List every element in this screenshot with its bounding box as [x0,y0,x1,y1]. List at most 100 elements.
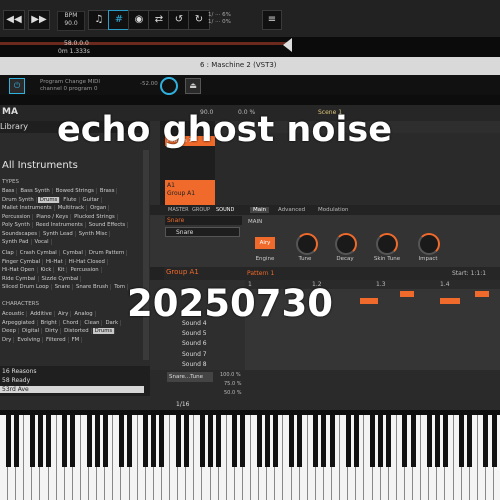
tag-chip[interactable]: Clap [0,250,17,256]
tag-chip[interactable]: Bowed Strings [54,188,97,194]
list-item[interactable]: 16 Reasons [2,368,37,375]
black-key[interactable] [491,415,497,467]
settings-button[interactable]: ≡ [262,10,282,30]
black-key[interactable] [442,415,448,467]
tag-chip[interactable]: Mallet Instruments [0,205,55,211]
tag-chip[interactable]: Ride Cymbal [0,275,39,282]
tab-sound[interactable]: SOUND [216,207,234,213]
engine-select[interactable]: Airy [255,237,275,249]
metronome-button[interactable]: ♫ [88,10,110,30]
tag-chip[interactable]: Distorted [62,328,92,334]
list-item[interactable]: Sound 8 [182,361,207,368]
tag-chip[interactable]: Filtered [44,336,69,343]
tag-chip[interactable]: Hi-Hat Open [0,267,38,273]
black-key[interactable] [183,415,189,467]
tab-modulation[interactable]: Modulation [318,207,349,213]
tag-chip[interactable]: Deep [0,328,19,334]
black-key[interactable] [151,415,157,467]
tag-chip[interactable]: Airy [56,311,72,317]
black-key[interactable] [402,415,408,467]
bypass-icon[interactable]: ⏏ [185,78,201,94]
undo-button[interactable]: ↺ [168,10,190,30]
black-key[interactable] [483,415,489,467]
black-key[interactable] [5,415,11,467]
black-key[interactable] [29,415,35,467]
tag-chip[interactable]: Dry [0,336,15,343]
tab-main[interactable]: Main [250,207,270,213]
sync-button[interactable]: ⇄ [148,10,170,30]
tag-chip[interactable]: Acoustic [0,311,28,317]
black-key[interactable] [467,415,473,467]
tag-chip[interactable]: FM [70,336,83,343]
tag-chip[interactable]: Reed Instruments [34,222,86,228]
black-key[interactable] [216,415,222,467]
tag-chip[interactable]: Poly Synth [0,222,33,228]
tag-chip[interactable]: Bright [39,319,60,326]
black-key[interactable] [264,415,270,467]
redo-button[interactable]: ↻ [188,10,210,30]
black-key[interactable] [62,415,68,467]
black-key[interactable] [370,415,375,467]
gain-knob[interactable] [160,77,178,95]
black-key[interactable] [353,415,359,467]
tag-chip[interactable]: Analog [72,311,96,317]
black-key[interactable] [232,415,238,467]
list-item[interactable]: 58 Ready [2,377,30,384]
tag-chip[interactable]: Additive [28,311,55,317]
library-title[interactable]: Library [0,122,28,131]
rewind-button[interactable]: ◀◀ [3,10,25,30]
black-key[interactable] [240,415,246,467]
tag-chip[interactable]: Drums [92,328,116,334]
tag-chip[interactable]: Hi-Hat [44,258,66,265]
step-note[interactable] [400,291,414,297]
tag-chip[interactable]: Tom [112,284,128,290]
tag-chip[interactable]: Snare [53,284,73,290]
forward-button[interactable]: ▶▶ [28,10,50,30]
step-note[interactable] [475,291,489,297]
decay-knob[interactable] [335,233,357,255]
black-key[interactable] [118,415,124,467]
black-key[interactable] [94,415,100,467]
tag-chip[interactable]: Drum Synth [0,196,37,203]
black-key[interactable] [46,415,51,467]
tab-group[interactable]: GROUP [192,207,210,213]
black-key[interactable] [289,415,294,467]
list-item[interactable]: Sound 7 [182,351,207,358]
tag-chip[interactable]: Drums [37,196,61,203]
tag-chip[interactable]: Sizzle Cymbal [40,275,82,282]
tag-chip[interactable]: Kick [39,267,55,273]
black-key[interactable] [37,415,43,467]
program-change[interactable]: Program Change MIDI channel 0 program 0 [40,79,100,93]
power-icon[interactable]: ⏻ [9,78,25,94]
black-key[interactable] [127,415,132,467]
tune-knob[interactable] [296,233,318,255]
tag-chip[interactable]: Hi-Hat Closed [67,258,108,265]
black-key[interactable] [434,415,440,467]
tag-chip[interactable]: Piano / Keys [34,213,72,220]
black-key[interactable] [386,415,392,467]
tag-chip[interactable]: Percussion [68,267,102,273]
group-slot[interactable]: A1 Group A1 [165,180,215,205]
black-key[interactable] [70,415,76,467]
tag-chip[interactable]: Arpeggiated [0,319,38,326]
black-key[interactable] [321,415,327,467]
all-instruments[interactable]: All Instruments [2,160,78,171]
tag-chip[interactable]: Synth Pad [0,239,32,245]
black-key[interactable] [256,415,262,467]
black-key[interactable] [13,415,19,467]
tag-chip[interactable]: Flute [61,196,80,203]
black-key[interactable] [102,415,108,467]
tag-chip[interactable]: Kit [55,267,68,273]
grid-resolution[interactable]: 1/16 [176,401,189,408]
tag-chip[interactable]: Dark [103,319,122,326]
pattern-start[interactable]: Start: 1:1:1 [452,270,486,277]
black-key[interactable] [345,415,351,467]
tag-chip[interactable]: Synth Misc [77,230,111,237]
tag-chip[interactable]: Sliced Drum Loop [0,284,52,290]
tag-chip[interactable]: Drum Pattern [87,250,128,256]
black-key[interactable] [426,415,432,467]
tag-chip[interactable]: Evolving [15,336,43,343]
tag-chip[interactable]: Finger Cymbal [0,258,44,265]
black-key[interactable] [378,415,384,467]
black-key[interactable] [272,415,278,467]
